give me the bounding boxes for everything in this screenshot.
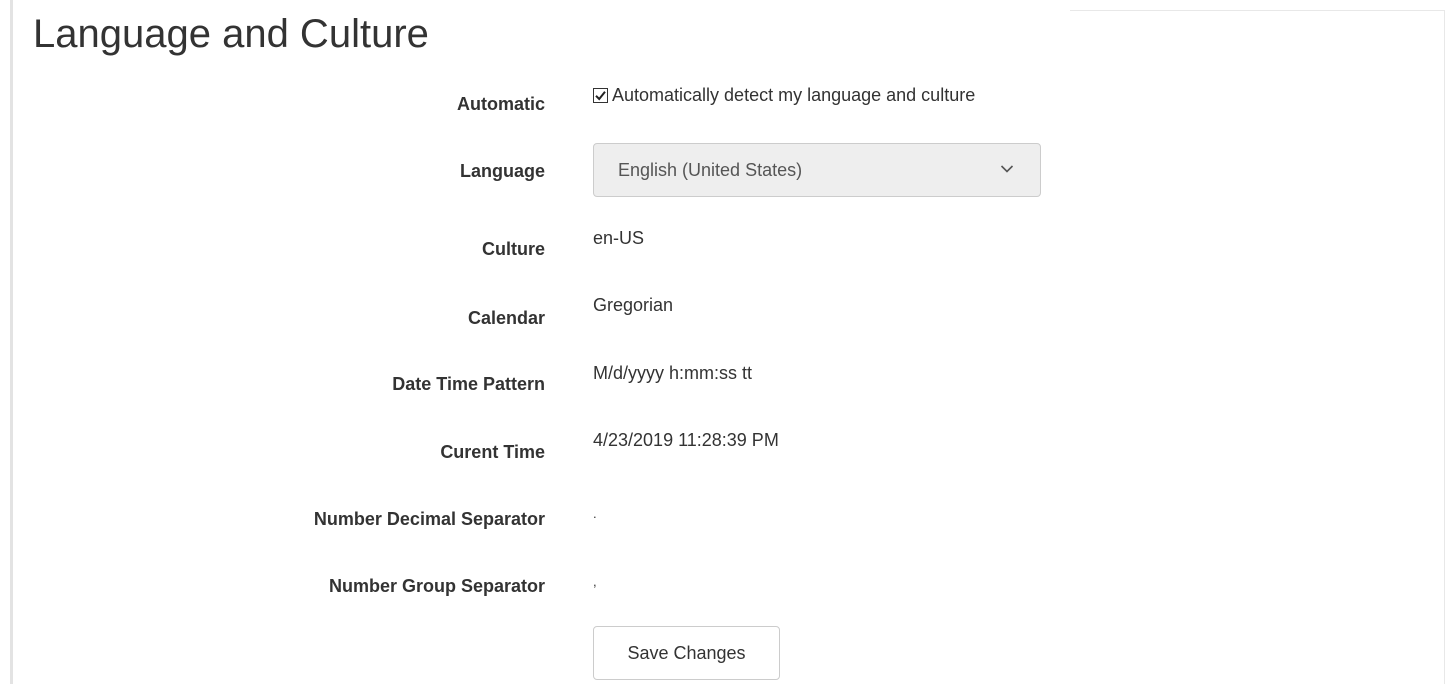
culture-label: Culture xyxy=(482,239,545,259)
right-divider xyxy=(1444,10,1445,684)
automatic-label: Automatic xyxy=(456,94,545,114)
calendar-label: Calendar xyxy=(467,308,545,328)
calendar-value: Gregorian xyxy=(593,295,674,315)
current-time-label: Curent Time xyxy=(440,442,545,462)
culture-value: en-US xyxy=(593,228,645,248)
date-time-pattern-label: Date Time Pattern xyxy=(392,374,545,394)
number-decimal-separator-value: . xyxy=(593,506,597,521)
language-culture-page: Language and Culture Automatic Automatic… xyxy=(0,0,1453,684)
chevron-down-icon xyxy=(1000,165,1014,173)
number-group-separator-label: Number Group Separator xyxy=(328,576,545,596)
language-label: Language xyxy=(459,161,545,181)
checkmark-icon xyxy=(595,91,606,101)
language-select[interactable]: English (United States) xyxy=(593,143,1041,197)
language-select-value: English (United States) xyxy=(618,159,803,180)
date-time-pattern-value: M/d/yyyy h:mm:ss tt xyxy=(593,363,753,383)
number-group-separator-value: , xyxy=(593,574,597,589)
page-title: Language and Culture xyxy=(33,12,429,56)
left-border xyxy=(10,0,13,684)
current-time-value: 4/23/2019 11:28:39 PM xyxy=(593,430,779,450)
top-divider xyxy=(1070,10,1445,11)
auto-detect-checkbox[interactable]: Automatically detect my language and cul… xyxy=(593,84,975,106)
auto-detect-checkbox-label: Automatically detect my language and cul… xyxy=(612,85,976,105)
number-decimal-separator-label: Number Decimal Separator xyxy=(313,509,545,529)
save-changes-button[interactable]: Save Changes xyxy=(593,626,780,680)
checkbox-box[interactable] xyxy=(593,88,608,103)
